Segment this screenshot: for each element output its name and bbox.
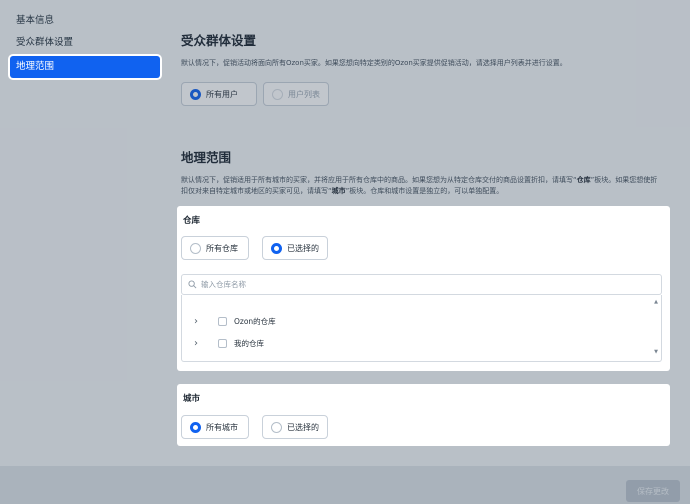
- geo-desc-bold: 城市: [331, 187, 346, 195]
- footer-bar: [0, 466, 690, 504]
- chevron-right-icon[interactable]: ›: [194, 316, 208, 327]
- radio-label: 所有用户: [206, 89, 238, 99]
- warehouse-search: [181, 274, 662, 295]
- geo-desc-text: 默认情况下，促销适用于所有城市的买家，并将应用于所有仓库中的商品。如果您想为从特…: [181, 176, 577, 184]
- radio-selected-warehouses[interactable]: 已选择的: [262, 236, 328, 260]
- sidebar-item-label: 地理范围: [16, 61, 55, 72]
- scroll-down-icon[interactable]: ▼: [653, 349, 659, 355]
- radio-selected-cities[interactable]: 已选择的: [262, 415, 328, 439]
- checkbox[interactable]: [218, 338, 227, 348]
- radio-checked-icon: [190, 88, 201, 100]
- radio-unchecked-icon: [271, 421, 282, 433]
- city-panel: 城市 所有城市 已选择的: [177, 384, 670, 446]
- radio-all-warehouses[interactable]: 所有仓库: [181, 236, 249, 260]
- tree-scrollbar[interactable]: ▲ ▼: [653, 299, 659, 355]
- sidebar-item-label: 基本信息: [16, 15, 55, 26]
- radio-label: 已选择的: [287, 243, 319, 253]
- geo-desc-bold: 仓库: [576, 176, 591, 184]
- save-button[interactable]: 保存更改: [626, 480, 680, 502]
- audience-description: 默认情况下，促销活动将面向所有Ozon买家。如果您想向特定类别的Ozon买家提供…: [181, 59, 567, 67]
- radio-checked-icon: [271, 242, 282, 254]
- tree-row-ozon-warehouses: › Ozon的仓库: [194, 313, 276, 329]
- warehouse-search-input[interactable]: [201, 280, 641, 289]
- warehouse-tree: › Ozon的仓库 › 我的仓库 ▲ ▼: [181, 295, 662, 362]
- radio-label: 已选择的: [287, 422, 319, 432]
- sidebar-item-label: 受众群体设置: [16, 37, 74, 48]
- audience-title: 受众群体设置: [181, 33, 257, 48]
- tree-row-my-warehouses: › 我的仓库: [194, 335, 264, 351]
- search-icon: [188, 280, 197, 289]
- tree-row-label: 我的仓库: [234, 338, 264, 348]
- radio-user-list[interactable]: 用户列表: [263, 82, 329, 106]
- chevron-right-icon[interactable]: ›: [194, 338, 208, 349]
- warehouse-title: 仓库: [183, 216, 201, 226]
- radio-all-cities[interactable]: 所有城市: [181, 415, 249, 439]
- sidebar: 基本信息 受众群体设置 地理范围: [10, 10, 160, 78]
- sidebar-item-basic-info[interactable]: 基本信息: [10, 10, 160, 32]
- geo-description: 默认情况下，促销适用于所有城市的买家，并将应用于所有仓库中的商品。如果您想为从特…: [181, 175, 663, 197]
- radio-all-users[interactable]: 所有用户: [181, 82, 257, 106]
- geo-title: 地理范围: [181, 150, 232, 165]
- warehouse-panel: 仓库 所有仓库 已选择的 › Ozon的仓库 › 我的仓库 ▲ ▼: [177, 206, 670, 371]
- tree-row-label: Ozon的仓库: [234, 316, 276, 326]
- sidebar-item-geo[interactable]: 地理范围: [10, 56, 160, 78]
- radio-label: 用户列表: [288, 89, 320, 99]
- city-title: 城市: [183, 394, 201, 404]
- radio-checked-icon: [190, 421, 201, 433]
- radio-unchecked-icon: [272, 88, 283, 100]
- radio-label: 所有仓库: [206, 243, 238, 253]
- sidebar-item-audience[interactable]: 受众群体设置: [10, 32, 160, 54]
- radio-unchecked-icon: [190, 242, 201, 254]
- radio-label: 所有城市: [206, 422, 238, 432]
- geo-desc-text: ”板块。仓库和城市设置是独立的，可以单独配置。: [345, 187, 504, 195]
- checkbox[interactable]: [218, 316, 227, 326]
